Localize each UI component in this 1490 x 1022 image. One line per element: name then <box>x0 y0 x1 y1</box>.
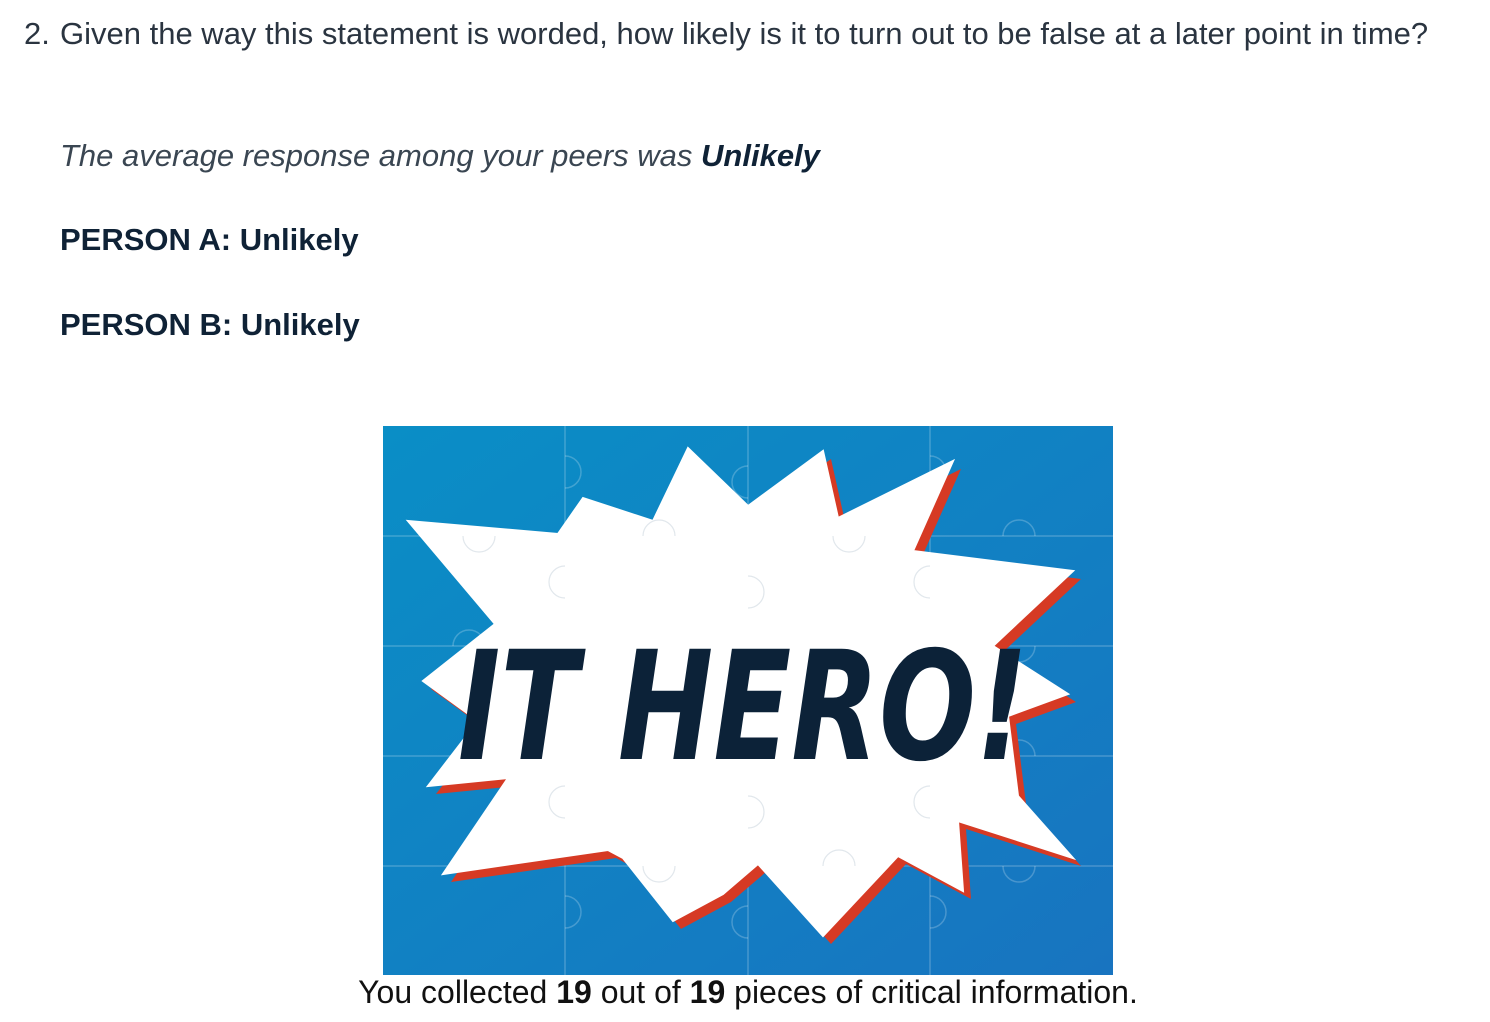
person-a-response: PERSON A: Unlikely <box>60 222 359 257</box>
collected-middle: out of <box>591 974 690 1010</box>
question-number: 2. <box>24 16 50 51</box>
it-hero-puzzle-image: IT HERO! <box>383 426 1113 975</box>
peer-average-value: Unlikely <box>701 138 820 173</box>
question: 2. Given the way this statement is worde… <box>24 16 1474 52</box>
question-text: Given the way this statement is worded, … <box>60 16 1429 51</box>
peer-average: The average response among your peers wa… <box>60 138 820 174</box>
collected-prefix: You collected <box>358 974 557 1010</box>
collected-suffix: pieces of critical information. <box>725 974 1138 1010</box>
it-hero-title: IT HERO! <box>458 619 1028 795</box>
collected-summary: You collected 19 out of 19 pieces of cri… <box>0 974 1490 1011</box>
hero-burst-graphic: IT HERO! <box>383 426 1113 975</box>
person-b-response: PERSON B: Unlikely <box>60 307 360 342</box>
collected-total: 19 <box>689 974 726 1010</box>
collected-count: 19 <box>556 974 592 1010</box>
peer-average-prefix: The average response among your peers wa… <box>60 138 702 173</box>
